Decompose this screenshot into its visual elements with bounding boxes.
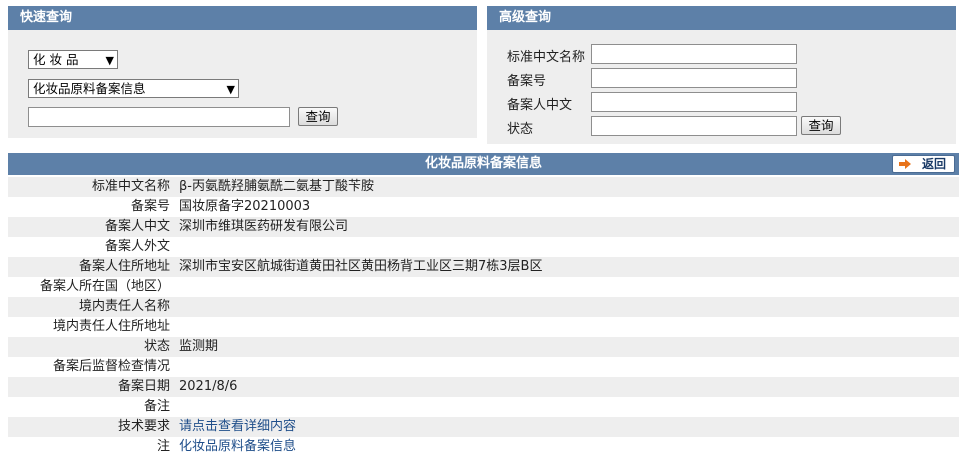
back-button-label: 返回 (921, 157, 946, 171)
table-row: 备案后监督检查情况 (8, 357, 959, 377)
row-value: 深圳市宝安区航城街道黄田社区黄田杨背工业区三期7栋3层B区 (179, 259, 543, 274)
row-value: 深圳市维琪医药研发有限公司 (179, 219, 349, 234)
standard-name-label: 标准中文名称 (507, 50, 586, 65)
back-button[interactable]: 返回 (892, 155, 955, 173)
row-label: 备案后监督检查情况 (52, 359, 170, 374)
status-input[interactable] (591, 116, 797, 136)
table-row: 备案人中文 深圳市维琪医药研发有限公司 (8, 217, 959, 237)
detail-header: 化妆品原料备案信息 返回 (8, 153, 959, 175)
row-label: 备案人中文 (104, 219, 170, 234)
quick-search-title: 快速查询 (8, 6, 477, 30)
applicant-label: 备案人中文 (507, 98, 573, 113)
table-row: 境内责任人住所地址 (8, 317, 959, 337)
table-row: 备案日期 2021/8/6 (8, 377, 959, 397)
row-label: 备案人所在国（地区） (39, 279, 170, 294)
advanced-search-panel: 高级查询 标准中文名称 备案号 备案人中文 状态 查询 (487, 6, 956, 144)
tech-requirements-link[interactable]: 请点击查看详细内容 (179, 417, 296, 437)
row-label: 备案日期 (117, 379, 170, 394)
table-row: 备案号 国妆原备字20210003 (8, 197, 959, 217)
advanced-search-button[interactable]: 查询 (801, 116, 841, 135)
row-label: 技术要求 (117, 419, 170, 434)
record-number-input[interactable] (591, 68, 797, 88)
quick-search-panel: 快速查询 化 妆 品 ▼ 化妆品原料备案信息 ▼ 查询 (8, 6, 477, 138)
chevron-down-icon: ▼ (105, 54, 114, 67)
row-label: 注 (156, 439, 170, 454)
applicant-input[interactable] (591, 92, 797, 112)
type-select[interactable]: 化妆品原料备案信息 ▼ (28, 79, 239, 98)
table-row: 备案人住所地址 深圳市宝安区航城街道黄田社区黄田杨背工业区三期7栋3层B区 (8, 257, 959, 277)
quick-search-button[interactable]: 查询 (298, 107, 338, 126)
category-select-value: 化 妆 品 (33, 52, 79, 67)
table-row: 备案人所在国（地区） (8, 277, 959, 297)
status-label: 状态 (507, 122, 534, 137)
row-label: 备案号 (130, 199, 170, 214)
record-number-label: 备案号 (507, 74, 547, 89)
row-label: 状态 (143, 339, 170, 354)
table-row: 备注 (8, 397, 959, 417)
row-label: 标准中文名称 (91, 179, 170, 194)
row-label: 备案人外文 (104, 239, 170, 254)
note-link[interactable]: 化妆品原料备案信息 (179, 437, 296, 457)
keyword-input[interactable] (28, 107, 290, 127)
row-label: 备注 (143, 399, 170, 414)
row-label: 备案人住所地址 (78, 259, 170, 274)
table-row: 境内责任人名称 (8, 297, 959, 317)
row-label: 境内责任人名称 (78, 299, 170, 314)
table-row: 注化妆品原料备案信息 (8, 437, 959, 457)
detail-table: 标准中文名称 β-丙氨酰羟脯氨酰二氨基丁酸苄胺 备案号 国妆原备字20210003 … (8, 177, 959, 457)
row-value: 国妆原备字20210003 (179, 199, 311, 214)
row-value: β-丙氨酰羟脯氨酰二氨基丁酸苄胺 (179, 179, 374, 194)
table-row: 技术要求 请点击查看详细内容 (8, 417, 959, 437)
standard-name-input[interactable] (591, 44, 797, 64)
row-value: 监测期 (179, 339, 219, 354)
detail-title: 化妆品原料备案信息 (424, 156, 542, 171)
type-select-value: 化妆品原料备案信息 (33, 81, 146, 96)
arrow-right-icon (899, 159, 911, 169)
row-label: 境内责任人住所地址 (52, 319, 170, 334)
chevron-down-icon: ▼ (226, 83, 235, 96)
row-value: 2021/8/6 (179, 379, 238, 394)
advanced-search-title: 高级查询 (487, 6, 956, 30)
category-select[interactable]: 化 妆 品 ▼ (28, 50, 118, 69)
table-row: 备案人外文 (8, 237, 959, 257)
table-row: 标准中文名称 β-丙氨酰羟脯氨酰二氨基丁酸苄胺 (8, 177, 959, 197)
table-row: 状态 监测期 (8, 337, 959, 357)
